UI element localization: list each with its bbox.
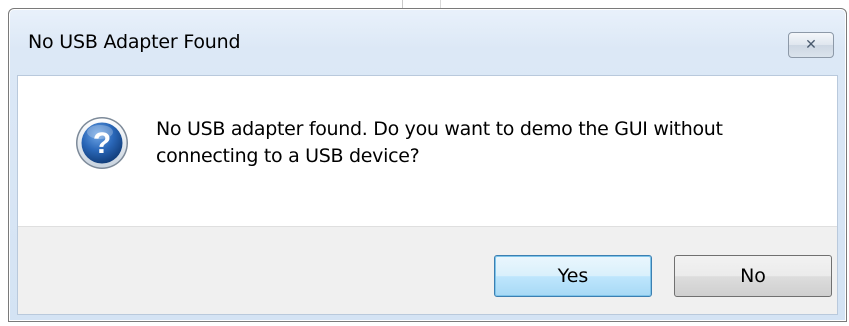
dialog-title-bar[interactable]: No USB Adapter Found ✕ [9,9,846,75]
button-bar: Yes No [18,226,837,314]
dialog-body: ? No USB adapter found. Do you want to d… [17,75,838,315]
dialog-title: No USB Adapter Found [28,31,241,53]
background-window [0,0,849,8]
close-icon: ✕ [805,37,817,53]
question-icon: ? [74,115,130,171]
message-dialog: No USB Adapter Found ✕ ? No USB adapter … [8,8,847,322]
no-button[interactable]: No [674,255,832,297]
screen: No USB Adapter Found ✕ ? No USB adapter … [0,0,849,326]
message-area: ? No USB adapter found. Do you want to d… [18,76,837,226]
yes-button[interactable]: Yes [494,255,652,297]
svg-text:?: ? [93,127,111,160]
dialog-message: No USB adapter found. Do you want to dem… [156,118,723,167]
close-button[interactable]: ✕ [788,32,834,58]
